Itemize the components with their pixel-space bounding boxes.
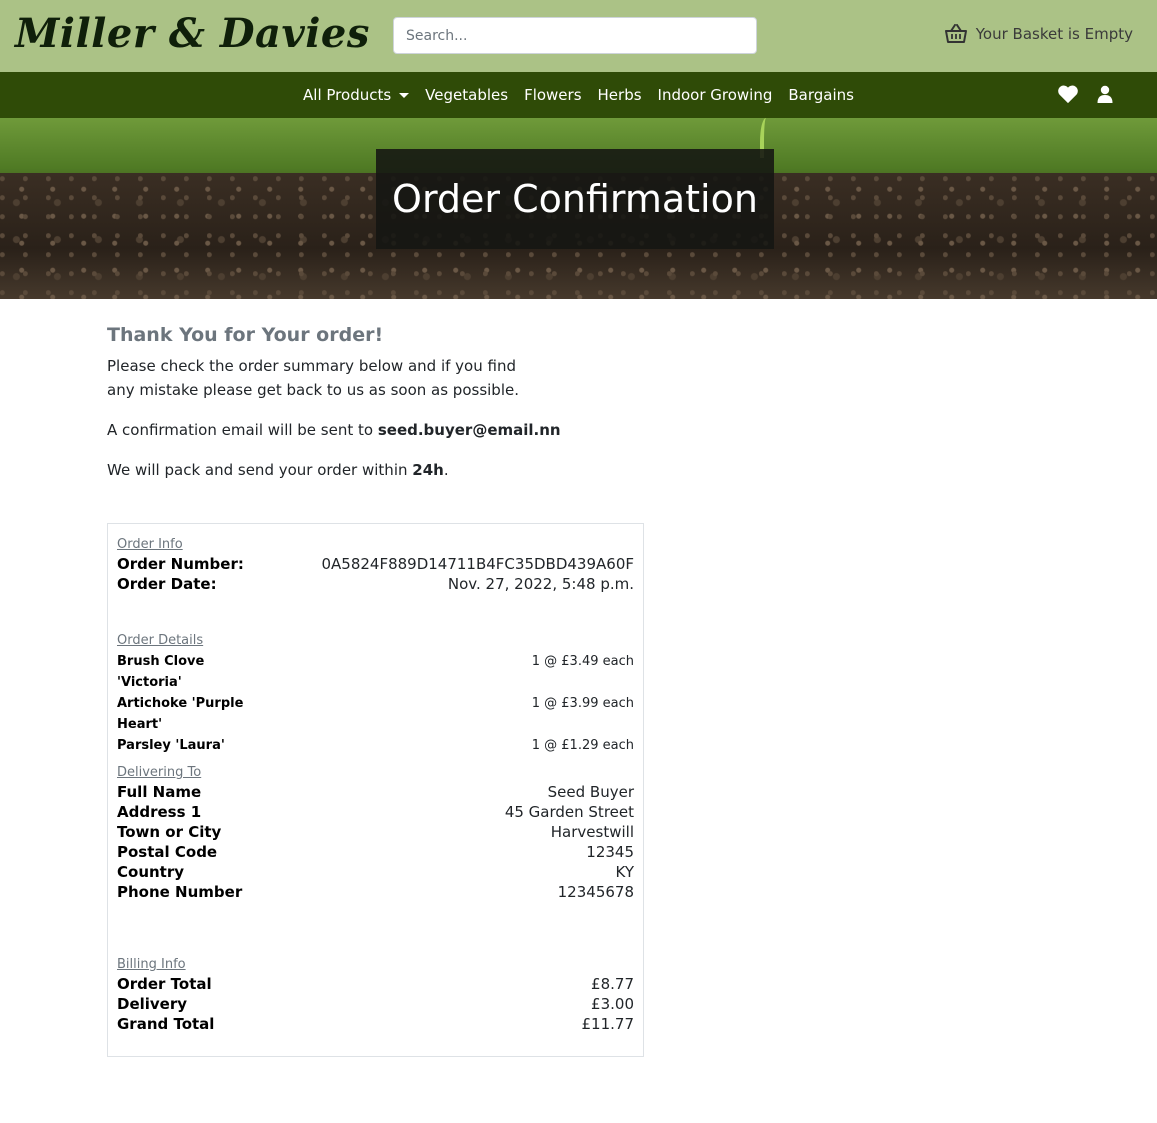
nav-bargains[interactable]: Bargains [780, 86, 862, 104]
row-label: Order Total [117, 975, 212, 993]
row-label: Full Name [117, 783, 202, 801]
row-value: £3.00 [591, 995, 634, 1013]
delivery-section: Delivering To Full Name Seed Buyer Addre… [117, 765, 634, 901]
row-label: Phone Number [117, 883, 243, 901]
delivery-row: Full Name Seed Buyer [117, 783, 634, 801]
nav-herbs[interactable]: Herbs [590, 86, 650, 104]
row-value: KY [615, 863, 634, 881]
row-label: Postal Code [117, 843, 218, 861]
section-title: Delivering To [117, 765, 202, 780]
row-value: Harvestwill [550, 823, 634, 841]
basket-icon [944, 24, 967, 44]
nav-all-products[interactable]: All Products [295, 86, 417, 104]
delivery-row: Postal Code 12345 [117, 843, 634, 861]
row-value: £11.77 [581, 1015, 635, 1033]
row-label: Delivery [117, 995, 188, 1013]
row-label: Order Number: [117, 555, 244, 573]
row-value: £8.77 [591, 975, 634, 993]
site-logo[interactable]: Miller & Davies [15, 10, 370, 57]
row-value: 12345678 [557, 883, 634, 901]
item-name: Parsley 'Laura' [117, 738, 225, 753]
row-label: Town or City [117, 823, 222, 841]
email-notice: A confirmation email will be sent to see… [107, 418, 667, 442]
row-label: Grand Total [117, 1015, 215, 1033]
row-label: Country [117, 863, 185, 881]
item-qty: 1 @ £3.49 each [531, 654, 634, 669]
site-header: Miller & Davies Your Basket is Empty [0, 0, 1157, 72]
item-qty: 1 @ £3.99 each [531, 696, 634, 711]
user-icon[interactable] [1097, 85, 1113, 107]
heart-icon[interactable] [1057, 84, 1079, 108]
order-number-row: Order Number: 0A5824F889D14711B4FC35DBD4… [117, 555, 634, 573]
order-summary-card: Order Info Order Number: 0A5824F889D1471… [107, 523, 644, 1057]
basket-label: Your Basket is Empty [975, 25, 1133, 43]
caret-down-icon [399, 92, 410, 98]
pack-suffix: . [443, 461, 449, 479]
row-value: Seed Buyer [547, 783, 634, 801]
confirmation-message: Thank You for Your order! Please check t… [107, 324, 667, 482]
row-value: 45 Garden Street [504, 803, 634, 821]
nav-label: All Products [303, 86, 392, 104]
email-address: seed.buyer@email.nn [377, 421, 561, 439]
email-prefix: A confirmation email will be sent to [107, 421, 378, 439]
hero-title-box: Order Confirmation [376, 149, 774, 249]
row-label: Order Date: [117, 575, 217, 593]
billing-section: Billing Info Order Total £8.77 Delivery … [117, 957, 634, 1033]
thank-you-heading: Thank You for Your order! [107, 324, 384, 346]
basket-link[interactable]: Your Basket is Empty [944, 24, 1133, 44]
delivery-row: Phone Number 12345678 [117, 883, 634, 901]
delivery-row: Town or City Harvestwill [117, 823, 634, 841]
section-title: Order Details [117, 633, 204, 648]
billing-row: Delivery £3.00 [117, 995, 634, 1013]
nav-vegetables[interactable]: Vegetables [417, 86, 516, 104]
order-item-row: Brush Clove 'Victoria' 1 @ £3.49 each [117, 651, 634, 693]
delivery-row: Country KY [117, 863, 634, 881]
order-details-section: Order Details Brush Clove 'Victoria' 1 @… [117, 633, 634, 756]
delivery-row: Address 1 45 Garden Street [117, 803, 634, 821]
item-qty: 1 @ £1.29 each [531, 738, 634, 753]
search-input[interactable] [393, 17, 757, 54]
order-number: 0A5824F889D14711B4FC35DBD439A60F [321, 555, 634, 573]
hero-banner: Order Confirmation [0, 118, 1157, 299]
row-label: Address 1 [117, 803, 202, 821]
main-nav: All Products Vegetables Flowers Herbs In… [0, 72, 1157, 118]
row-value: 12345 [586, 843, 634, 861]
section-title: Billing Info [117, 957, 186, 972]
order-item-row: Artichoke 'Purple Heart' 1 @ £3.99 each [117, 693, 634, 735]
order-date-row: Order Date: Nov. 27, 2022, 5:48 p.m. [117, 575, 634, 593]
item-name: Artichoke 'Purple Heart' [117, 696, 244, 732]
section-title: Order Info [117, 537, 183, 552]
order-info-section: Order Info Order Number: 0A5824F889D1471… [117, 537, 634, 593]
billing-row: Grand Total £11.77 [117, 1015, 634, 1033]
pack-time: 24h [412, 461, 444, 479]
billing-row: Order Total £8.77 [117, 975, 634, 993]
pack-notice: We will pack and send your order within … [107, 458, 667, 482]
nav-flowers[interactable]: Flowers [516, 86, 589, 104]
order-date: Nov. 27, 2022, 5:48 p.m. [447, 575, 634, 593]
item-name: Brush Clove 'Victoria' [117, 654, 205, 690]
check-summary-text: Please check the order summary below and… [107, 357, 519, 399]
nav-indoor-growing[interactable]: Indoor Growing [650, 86, 781, 104]
pack-prefix: We will pack and send your order within [107, 461, 413, 479]
order-item-row: Parsley 'Laura' 1 @ £1.29 each [117, 735, 634, 756]
page-title: Order Confirmation [392, 177, 758, 221]
